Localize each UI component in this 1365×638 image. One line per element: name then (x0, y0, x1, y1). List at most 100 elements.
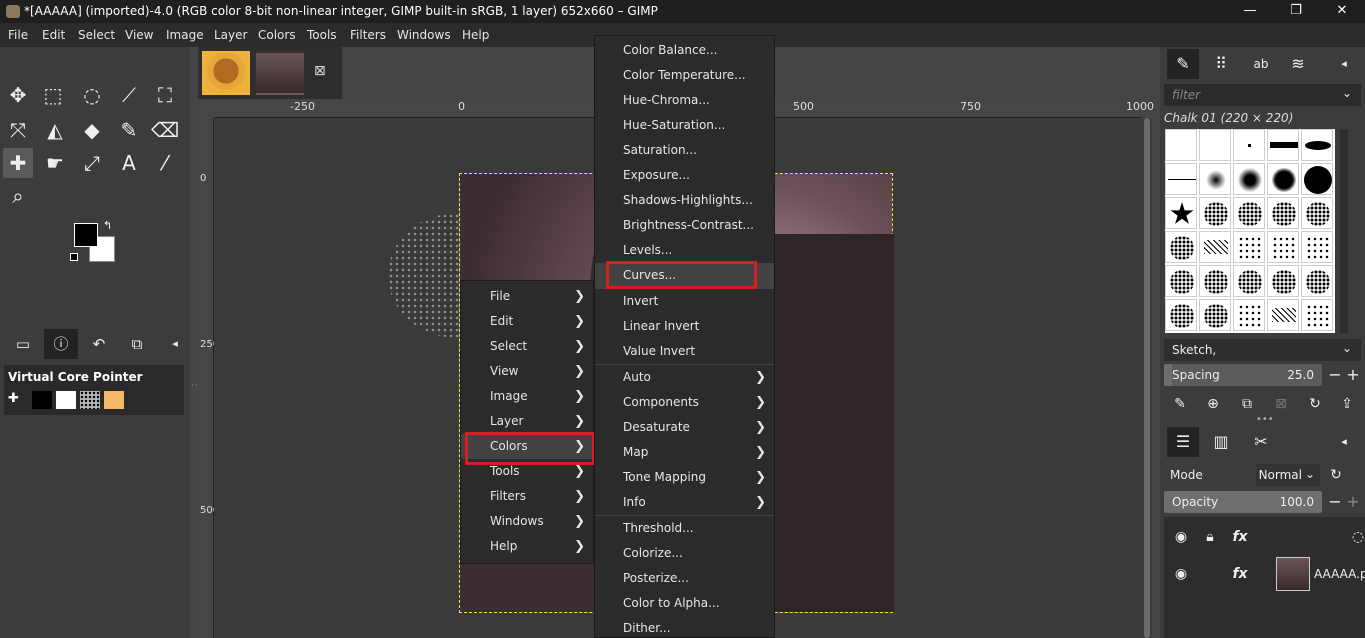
menu-view[interactable]: View (125, 28, 153, 42)
brush-thumbnail[interactable] (1165, 163, 1197, 195)
menu-tools[interactable]: Tools (307, 28, 337, 42)
brush-thumbnail[interactable] (1199, 197, 1231, 229)
menu-file[interactable]: File (8, 28, 28, 42)
layer-name[interactable]: AAAAA.p (1314, 567, 1365, 581)
delete-brush-icon[interactable]: ⊠ (1270, 393, 1292, 415)
open-as-image-icon[interactable]: ⇪ (1336, 393, 1358, 415)
colors-item-color-temperature[interactable]: Color Temperature... (595, 63, 774, 88)
plus-icon[interactable]: + (1344, 364, 1362, 386)
vertical-scrollbar[interactable] (1142, 118, 1152, 638)
ctx-item-select[interactable]: Select ❯ (461, 334, 593, 359)
image-tab-cake[interactable] (202, 51, 250, 95)
colors-item-exposure[interactable]: Exposure... (595, 163, 774, 188)
heal-tool-icon[interactable]: ✚ (3, 148, 33, 178)
colors-item-threshold[interactable]: Threshold... (595, 516, 774, 541)
brush-thumbnail[interactable] (1301, 265, 1333, 297)
brush-thumbnail[interactable] (1199, 163, 1231, 195)
refresh-brushes-icon[interactable]: ↻ (1304, 393, 1326, 415)
brush-preset-select[interactable]: Sketch, (1164, 339, 1361, 361)
reset-colors-icon[interactable] (70, 253, 78, 261)
brush-thumbnail[interactable] (1199, 129, 1231, 161)
chevron-down-icon[interactable]: ⌄ (1342, 341, 1352, 355)
warp-tool-icon[interactable]: ◭ (40, 115, 70, 145)
colors-item-hue-saturation[interactable]: Hue-Saturation... (595, 113, 774, 138)
brush-thumbnail[interactable] (1233, 197, 1265, 229)
more-options-icon[interactable]: ◌ (1347, 526, 1365, 548)
dock-menu-icon[interactable]: ◂ (1328, 49, 1360, 79)
ctx-item-file[interactable]: File ❯ (461, 284, 593, 309)
minus-icon[interactable]: − (1326, 364, 1344, 386)
ctx-item-help[interactable]: Help ❯ (461, 534, 593, 559)
brush-grid[interactable] (1165, 129, 1335, 333)
menu-help[interactable]: Help (462, 28, 489, 42)
patterns-tab-icon[interactable]: ⠿ (1205, 49, 1237, 79)
visibility-eye-icon[interactable]: ◉ (1170, 526, 1192, 548)
undo-history-tab-icon[interactable]: ↶ (82, 329, 116, 359)
bucket-fill-tool-icon[interactable]: ◆ (77, 115, 107, 145)
brush-thumbnail[interactable] (1233, 265, 1265, 297)
brush-thumbnail[interactable] (1233, 163, 1265, 195)
brush-thumbnail[interactable] (1165, 129, 1197, 161)
crop-tool-icon[interactable]: ⛶ (150, 80, 180, 110)
brush-thumbnail[interactable] (1301, 163, 1333, 195)
brush-filter-input[interactable]: filter (1164, 84, 1361, 106)
duplicate-brush-icon[interactable]: ⧉ (1236, 393, 1258, 415)
close-image-icon[interactable]: ⊠ (314, 63, 326, 79)
ctx-item-filters[interactable]: Filters ❯ (461, 484, 593, 509)
brush-thumbnail[interactable] (1199, 299, 1231, 331)
smudge-tool-icon[interactable]: ☛ (40, 148, 70, 178)
brush-thumbnail[interactable] (1267, 265, 1299, 297)
menu-layer[interactable]: Layer (214, 28, 247, 42)
layers-tab-icon[interactable]: ☰ (1167, 427, 1199, 457)
brush-thumbnail[interactable] (1267, 163, 1299, 195)
paths-tab-icon[interactable]: ✂ (1245, 427, 1277, 457)
color-picker-tool-icon[interactable]: ⁄ (150, 148, 180, 178)
colors-item-linear-invert[interactable]: Linear Invert (595, 314, 774, 339)
brush-thumbnail[interactable] (1233, 299, 1265, 331)
lock-icon[interactable]: 🔒︎ (1199, 526, 1221, 548)
device-status-tab-icon[interactable]: ⓘ (44, 329, 78, 359)
effects-fx-icon[interactable]: fx (1229, 526, 1251, 548)
dock-menu-icon[interactable]: ◂ (158, 329, 192, 359)
new-brush-icon[interactable]: ⊕ (1202, 393, 1224, 415)
colors-item-value-invert[interactable]: Value Invert (595, 339, 774, 364)
paths-tool-icon[interactable]: ⤢ (77, 148, 107, 178)
document-history-tab-icon[interactable]: ≋ (1282, 49, 1314, 79)
colors-item-components[interactable]: Components ❯ (595, 390, 774, 415)
brush-thumbnail[interactable] (1301, 231, 1333, 263)
rect-select-tool-icon[interactable]: ⬚ (38, 80, 68, 110)
mode-switch-icon[interactable]: ↻ (1325, 464, 1347, 486)
ctx-item-view[interactable]: View ❯ (461, 359, 593, 384)
close-button[interactable]: ✕ (1319, 0, 1365, 23)
swap-colors-icon[interactable]: ↰ (103, 219, 112, 232)
edit-brush-icon[interactable]: ✎ (1169, 393, 1191, 415)
brush-thumbnail[interactable] (1267, 299, 1299, 331)
paintbrush-tool-icon[interactable]: ✎ (114, 115, 144, 145)
images-tab-icon[interactable]: ⧉ (120, 329, 154, 359)
dock-menu-icon[interactable]: ◂ (1328, 427, 1360, 457)
colors-item-auto[interactable]: Auto ❯ (595, 365, 774, 390)
text-tool-icon[interactable]: A (114, 148, 144, 178)
brush-thumbnail[interactable] (1267, 129, 1299, 161)
colors-item-shadows-highlights[interactable]: Shadows-Highlights... (595, 188, 774, 213)
colors-item-brightness-contrast[interactable]: Brightness-Contrast... (595, 213, 774, 238)
brush-thumbnail[interactable] (1199, 265, 1231, 297)
brush-thumbnail[interactable] (1199, 231, 1231, 263)
ctx-item-colors[interactable]: Colors ❯ (461, 434, 593, 459)
eraser-tool-icon[interactable]: ⌫ (150, 115, 180, 145)
maximize-button[interactable]: ❐ (1273, 0, 1319, 23)
menu-select[interactable]: Select (78, 28, 115, 42)
channels-tab-icon[interactable]: ▥ (1205, 427, 1237, 457)
colors-item-dither[interactable]: Dither... (595, 616, 774, 638)
brush-thumbnail[interactable] (1233, 231, 1265, 263)
ctx-item-layer[interactable]: Layer ❯ (461, 409, 593, 434)
minus-icon[interactable]: − (1326, 491, 1344, 513)
image-tab-portrait[interactable] (256, 51, 304, 95)
brush-thumbnail[interactable] (1267, 231, 1299, 263)
plus-icon[interactable]: + (1344, 491, 1362, 513)
colors-item-map[interactable]: Map ❯ (595, 440, 774, 465)
ctx-item-image[interactable]: Image ❯ (461, 384, 593, 409)
zoom-tool-icon[interactable]: ⌕ (3, 181, 33, 211)
colors-item-tone-mapping[interactable]: Tone Mapping ❯ (595, 465, 774, 490)
foreground-color-swatch[interactable] (74, 223, 98, 247)
